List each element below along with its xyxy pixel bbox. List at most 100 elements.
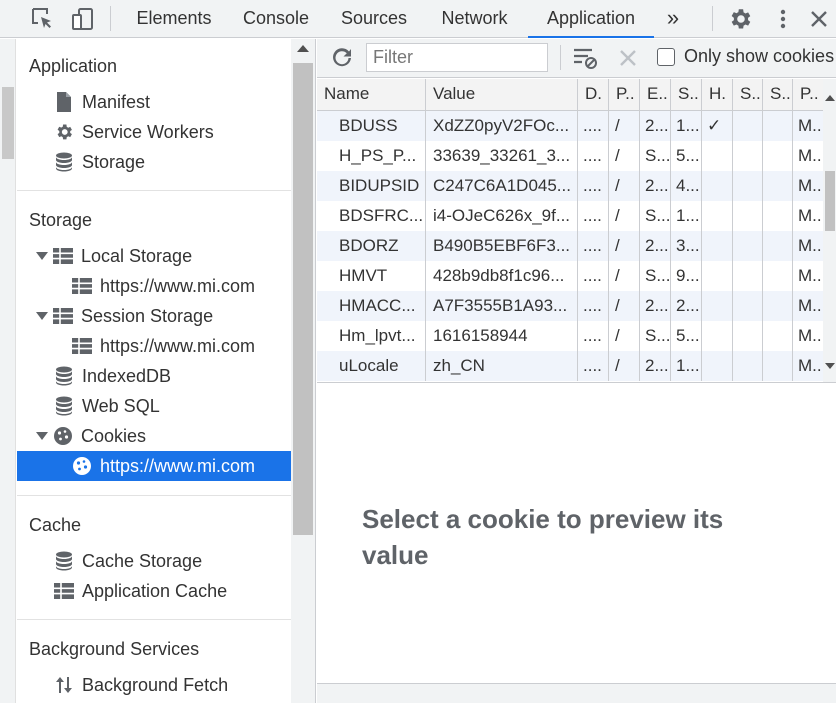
cell-name: H_PS_P...	[317, 141, 426, 171]
close-devtools-icon[interactable]	[806, 6, 832, 32]
cell-path: /	[609, 111, 640, 141]
sidebar-item-application-cache[interactable]: Application Cache	[53, 576, 227, 606]
filter-input[interactable]	[366, 43, 548, 72]
sidebar-item-service-workers[interactable]: Service Workers	[53, 117, 214, 147]
cell-value: 1616158944	[426, 321, 578, 351]
column-header-domain[interactable]: D.	[578, 79, 609, 111]
sidebar-item-cookies-origin[interactable]: https://www.mi.com	[17, 451, 291, 481]
cell-domain: ....	[578, 291, 609, 321]
refresh-icon[interactable]	[330, 46, 354, 70]
delete-selected-icon[interactable]	[617, 47, 639, 69]
sidebar-item-cookies[interactable]: Cookies	[36, 421, 146, 451]
cell-value: C247C6A1D045...	[426, 171, 578, 201]
table-row[interactable]: BIDUPSIDC247C6A1D045......./2...4... M...	[317, 171, 823, 201]
sidebar-item-label: Background Fetch	[82, 674, 229, 695]
scroll-thumb[interactable]	[825, 171, 835, 231]
cell-size: 1...	[671, 111, 702, 141]
cookies-table: Name Value D. P.. E.. S.. H. S.. S.. P..…	[317, 79, 836, 383]
cell-priority: M...	[798, 266, 823, 285]
cell-path: /	[609, 141, 640, 171]
expand-triangle-icon[interactable]	[36, 306, 50, 326]
scroll-up-arrow[interactable]	[825, 95, 835, 101]
tab-network[interactable]: Network	[428, 0, 521, 38]
column-header-path[interactable]: P..	[609, 79, 640, 111]
cell-secure	[733, 111, 763, 141]
scroll-down-arrow[interactable]	[825, 363, 835, 369]
table-row[interactable]: H_PS_P... 33639_33261_3....... / S... 5... M.…	[317, 141, 823, 171]
scroll-thumb[interactable]	[2, 87, 14, 159]
table-row[interactable]: BDUSSXdZZ0pyV2FOc......./2...1...✓ M...	[317, 111, 823, 141]
cell-name: BDSFRC...	[317, 201, 426, 231]
document-icon	[53, 92, 75, 112]
section-title-storage: Storage	[29, 210, 93, 230]
tab-console[interactable]: Console	[232, 0, 320, 38]
table-row[interactable]: BDSFRC... i4-OJeC626x_9f....... / S... 1... M…	[317, 201, 823, 231]
tab-application[interactable]: Application	[528, 0, 654, 38]
column-header-expires[interactable]: E..	[640, 79, 671, 111]
cell-httponly	[702, 201, 733, 231]
column-header-value[interactable]: Value	[426, 79, 578, 111]
cell-name: BIDUPSID	[317, 171, 426, 201]
cell-size: 5...	[671, 141, 702, 171]
clear-filtered-cookies-icon[interactable]	[572, 46, 598, 70]
cell-domain: ....	[578, 261, 609, 291]
cell-path: /	[609, 351, 640, 381]
more-options-icon[interactable]	[770, 6, 796, 32]
table-row[interactable]: BDORZB490B5EBF6F3......./2...3... M...	[317, 231, 823, 261]
cell-domain: ....	[578, 111, 609, 141]
column-header-secure[interactable]: S..	[733, 79, 763, 111]
cell-value: 33639_33261_3...	[426, 141, 578, 171]
cell-expires: S...	[640, 321, 671, 351]
cell-priority: M...	[798, 296, 823, 315]
table-row[interactable]: Hm_lpvt...1616158944..../S...5... M...	[317, 321, 823, 351]
cell-priority: M...	[798, 176, 823, 195]
sidebar-item-label: Web SQL	[82, 395, 160, 416]
column-header-samesite[interactable]: S..	[763, 79, 793, 111]
scroll-up-arrow[interactable]	[297, 45, 309, 52]
sidebar-item-web-sql[interactable]: Web SQL	[53, 391, 160, 421]
section-title-application: Application	[29, 56, 118, 76]
cell-name: BDORZ	[317, 231, 426, 261]
cell-secure	[733, 171, 763, 201]
sidebar-item-label: Manifest	[82, 91, 151, 112]
table-scrollbar[interactable]	[823, 79, 836, 382]
sidebar-item-label: Cookies	[81, 425, 147, 446]
settings-gear-icon[interactable]	[727, 6, 753, 32]
tab-elements[interactable]: Elements	[126, 0, 222, 38]
sidebar-item-cache-storage[interactable]: Cache Storage	[53, 546, 202, 576]
device-toolbar-icon[interactable]	[70, 6, 96, 32]
sidebar-scrollbar[interactable]	[291, 39, 315, 703]
more-tabs-button[interactable]: »	[660, 0, 686, 38]
column-header-name[interactable]: Name	[317, 79, 426, 111]
cell-expires: 2...	[640, 231, 671, 261]
sidebar-item-local-storage[interactable]: Local Storage	[36, 241, 192, 271]
tab-sources[interactable]: Sources	[331, 0, 417, 38]
cell-httponly	[702, 141, 733, 171]
sidebar-item-local-storage-origin[interactable]: https://www.mi.com	[71, 271, 255, 301]
sidebar-item-storage[interactable]: Storage	[53, 147, 145, 177]
column-header-priority[interactable]: P..	[793, 79, 823, 111]
table-row[interactable]: HMACC...A7F3555B1A93......./2...2...M...	[317, 291, 823, 321]
sidebar-left-scrollbar[interactable]	[0, 39, 16, 703]
inspect-element-icon[interactable]	[30, 6, 56, 32]
scroll-thumb[interactable]	[293, 63, 313, 535]
sidebar-item-manifest[interactable]: Manifest	[53, 87, 150, 117]
expand-triangle-icon[interactable]	[36, 426, 50, 446]
only-show-cookies-checkbox[interactable]	[657, 48, 675, 66]
column-header-httponly[interactable]: H.	[702, 79, 733, 111]
sidebar-item-session-storage[interactable]: Session Storage	[36, 301, 213, 331]
cell-httponly	[702, 171, 733, 201]
section-divider	[17, 619, 291, 620]
cell-samesite	[763, 351, 793, 381]
sidebar-item-session-storage-origin[interactable]: https://www.mi.com	[71, 331, 255, 361]
table-row[interactable]: HMVT428b9db8f1c96......./S...9... M...	[317, 261, 823, 291]
cell-httponly	[702, 231, 733, 261]
sidebar-item-label: Session Storage	[81, 305, 214, 326]
column-header-size[interactable]: S..	[671, 79, 702, 111]
sidebar-item-indexeddb[interactable]: IndexedDB	[53, 361, 171, 391]
only-show-cookies-label[interactable]: Only show cookies	[684, 46, 834, 67]
table-row[interactable]: uLocalezh_CN..../2...1... M...	[317, 351, 823, 381]
sidebar-item-background-fetch[interactable]: Background Fetch	[53, 670, 228, 700]
cell-size: 1...	[671, 201, 702, 231]
expand-triangle-icon[interactable]	[36, 246, 50, 266]
